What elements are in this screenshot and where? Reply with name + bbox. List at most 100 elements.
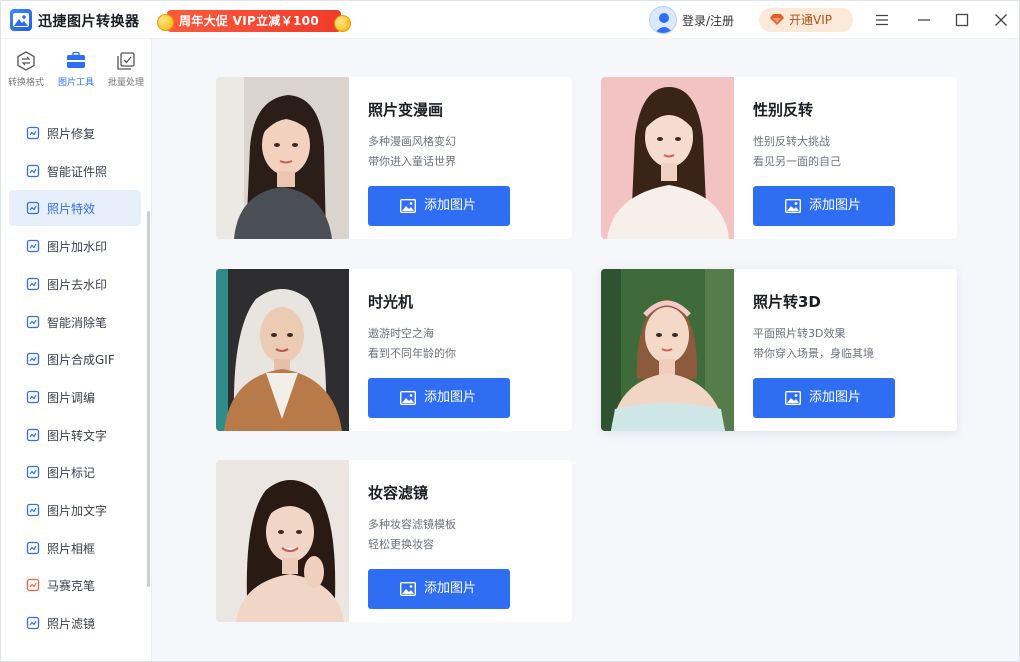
tab-label: 转换格式 (7, 78, 44, 88)
tab-convert-format[interactable]: 转换格式 (1, 39, 51, 93)
filter-icon (26, 616, 40, 630)
tab-image-tools[interactable]: 图片工具 (51, 39, 101, 93)
add-image-label: 添加图片 (809, 198, 862, 213)
login-link[interactable]: 登录/注册 (682, 12, 734, 29)
image-icon (400, 199, 416, 213)
app-window: 迅捷图片转换器 周年大促 VIP立减￥100 登录/注册 开通VIP 转换格式 … (0, 0, 1020, 662)
card-description: 看到不同年龄的你 (368, 347, 456, 360)
card-description: 平面照片转3D效果 (753, 327, 846, 340)
mosaic-icon (26, 579, 40, 592)
add-image-button[interactable]: 添加图片 (368, 378, 510, 418)
mark-icon (26, 466, 40, 479)
card-description: 多种漫画风格变幻 (368, 135, 456, 148)
sidebar-item-filter[interactable]: 照片滤镜 (9, 605, 141, 641)
app-logo-icon (10, 9, 32, 31)
sidebar-item-label: 智能证件照 (47, 164, 108, 179)
gif-icon (26, 353, 40, 366)
card-description: 带你进入童话世界 (368, 155, 456, 168)
title-bar: 迅捷图片转换器 周年大促 VIP立减￥100 登录/注册 开通VIP (1, 1, 1019, 39)
close-button[interactable] (986, 5, 1016, 35)
coin-icon (157, 14, 174, 31)
sidebar-item-label: 马赛克笔 (47, 579, 96, 594)
add-image-button[interactable]: 添加图片 (368, 569, 510, 609)
card-title: 妆容滤镜 (368, 484, 429, 502)
time-machine-preview-image (216, 269, 349, 431)
add-image-label: 添加图片 (424, 390, 477, 405)
photo-repair-icon (26, 126, 40, 140)
tab-label: 批量处理 (107, 78, 144, 88)
card-description: 性别反转大挑战 (753, 135, 830, 148)
maximize-button[interactable] (947, 5, 977, 35)
ocr-icon (26, 428, 40, 441)
card-description: 轻松更换妆容 (368, 538, 434, 551)
convert-icon (17, 51, 35, 71)
card-description: 遨游时空之海 (368, 327, 434, 340)
add-image-button[interactable]: 添加图片 (753, 378, 895, 418)
sidebar-item-label: 照片修复 (47, 127, 96, 141)
sidebar-item-adjust[interactable]: 图片调编 (9, 379, 141, 415)
add-image-label: 添加图片 (424, 581, 477, 596)
sidebar-item-ocr[interactable]: 图片转文字 (9, 417, 141, 453)
toolbox-icon (67, 51, 85, 68)
photo-effect-icon (26, 202, 40, 215)
sidebar-scrollbar[interactable] (147, 211, 150, 587)
card-makeup-filter: 妆容滤镜 多种妆容滤镜模板 轻松更换妆容 添加图片 (216, 460, 572, 622)
sidebar-item-remove-watermark[interactable]: 图片去水印 (9, 266, 141, 302)
sidebar-item-label: 图片转文字 (47, 428, 108, 443)
vip-label: 开通VIP (789, 13, 832, 27)
makeup-preview-image (216, 460, 349, 622)
sidebar-item-add-text[interactable]: 图片加文字 (9, 492, 141, 528)
hamburger-icon (876, 14, 888, 26)
card-gender-swap: 性别反转 性别反转大挑战 看见另一面的自己 添加图片 (601, 77, 957, 239)
card-description: 看见另一面的自己 (753, 155, 841, 168)
card-title: 照片变漫画 (368, 101, 444, 119)
image-icon (785, 391, 801, 405)
card-time-machine: 时光机 遨游时空之海 看到不同年龄的你 添加图片 (216, 269, 572, 431)
sidebar-item-photo-repair[interactable]: 照片修复 (9, 115, 141, 151)
minimize-icon (918, 19, 930, 21)
promo-text: 周年大促 VIP立减￥100 (167, 10, 341, 32)
sidebar-item-add-watermark[interactable]: 图片加水印 (9, 228, 141, 264)
sidebar-item-label: 图片去水印 (47, 277, 108, 292)
menu-button[interactable] (867, 5, 897, 35)
sidebar-item-id-photo[interactable]: 智能证件照 (9, 153, 141, 189)
add-image-button[interactable]: 添加图片 (753, 186, 895, 226)
close-icon (995, 14, 1007, 26)
card-description: 带你穿入场景，身临其境 (753, 347, 874, 360)
user-avatar-icon (649, 6, 677, 34)
sidebar-item-label: 照片相框 (47, 541, 96, 556)
minimize-button[interactable] (909, 5, 939, 35)
sidebar-item-photo-effect[interactable]: 照片特效 (9, 190, 141, 227)
add-image-button[interactable]: 添加图片 (368, 186, 510, 226)
gender-swap-preview-image (601, 77, 734, 239)
maximize-icon (955, 13, 969, 27)
sidebar-item-label: 图片加文字 (47, 504, 108, 518)
sidebar-item-frame[interactable]: 照片相框 (9, 530, 141, 566)
cartoon-preview-image (216, 77, 349, 239)
sidebar-item-label: 图片合成GIF (47, 353, 115, 368)
vip-button[interactable]: 开通VIP (759, 8, 853, 32)
card-photo-to-cartoon: 照片变漫画 多种漫画风格变幻 带你进入童话世界 添加图片 (216, 77, 572, 239)
promo-banner[interactable]: 周年大促 VIP立减￥100 (157, 9, 351, 33)
add-watermark-icon (26, 239, 40, 253)
sidebar-item-mark[interactable]: 图片标记 (9, 454, 141, 490)
sidebar-item-label: 照片特效 (47, 202, 96, 217)
tab-batch-process[interactable]: 批量处理 (101, 39, 151, 93)
main-content: 照片变漫画 多种漫画风格变幻 带你进入童话世界 添加图片 性别反转 性别反转大挑… (153, 39, 1019, 661)
sidebar: 转换格式 图片工具 批量处理 照片修复 智能证件照 照片特效 图片加水印 图片去水 (1, 39, 152, 661)
card-title: 照片转3D (753, 293, 821, 311)
coin-icon (334, 15, 351, 32)
id-photo-icon (26, 164, 40, 177)
sidebar-item-mosaic[interactable]: 马赛克笔 (9, 567, 141, 603)
sidebar-item-eraser-pen[interactable]: 智能消除笔 (9, 304, 141, 340)
add-text-icon (26, 503, 40, 517)
image-icon (785, 199, 801, 213)
photo-3d-preview-image (601, 269, 734, 431)
sidebar-item-label: 照片滤镜 (47, 617, 96, 632)
sidebar-item-label: 图片加水印 (47, 240, 108, 255)
card-description: 多种妆容滤镜模板 (368, 518, 456, 531)
remove-watermark-icon (26, 277, 40, 290)
card-title: 性别反转 (753, 101, 814, 119)
sidebar-item-gif[interactable]: 图片合成GIF (9, 341, 141, 377)
adjust-icon (26, 390, 40, 404)
